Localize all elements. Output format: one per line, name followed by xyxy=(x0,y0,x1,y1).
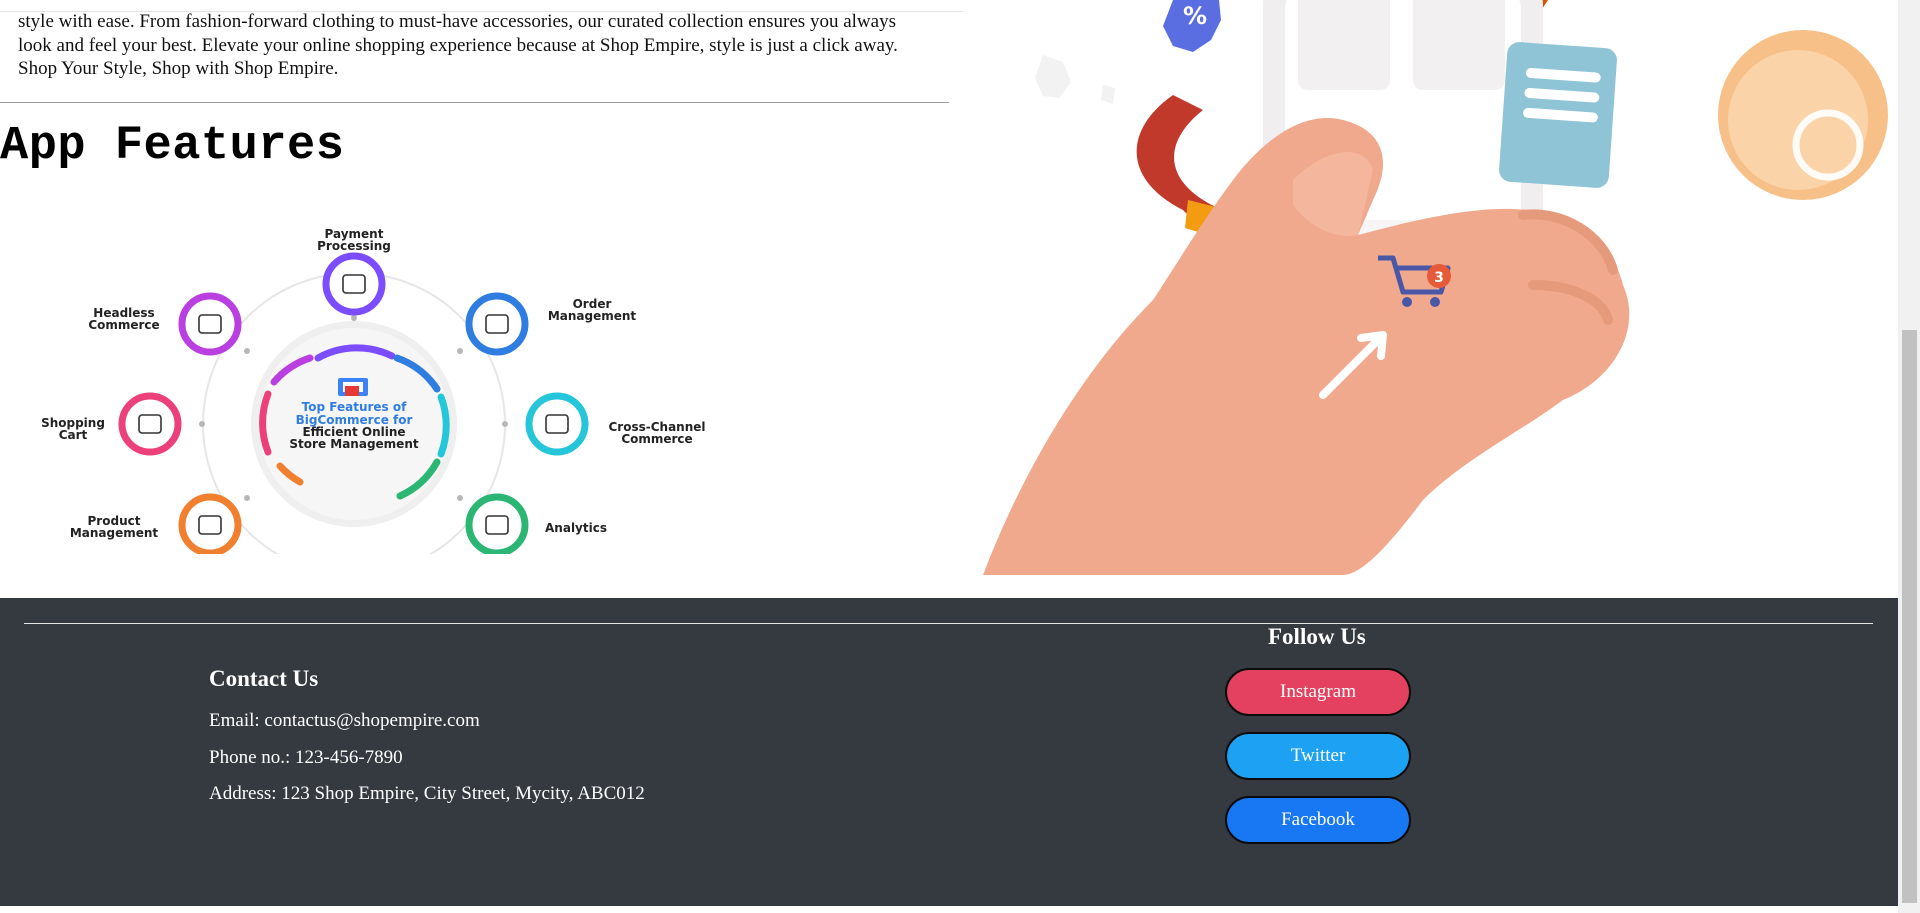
center-line-1: Top Features of xyxy=(302,400,407,414)
contact-email: Email: contactus@shopempire.com xyxy=(209,710,480,731)
instagram-button[interactable]: Instagram xyxy=(1225,668,1411,716)
feature-product-management: ProductManagement xyxy=(70,493,242,554)
footer-divider xyxy=(24,623,1873,624)
payment-processing-label-2: Processing xyxy=(317,239,391,253)
feature-order-management: OrderManagement xyxy=(465,292,637,356)
discount-badge-icon: % xyxy=(1163,0,1221,52)
product-management-label-2: Management xyxy=(70,526,159,540)
store-icon xyxy=(338,378,368,396)
intro-paragraph: style with ease. From fashion-forward cl… xyxy=(18,11,898,79)
feature-shopping-cart: ShoppingCart xyxy=(41,392,182,456)
page: style with ease. From fashion-forward cl… xyxy=(0,0,1898,913)
contact-address: Address: 123 Shop Empire, City Street, M… xyxy=(209,783,645,804)
page-bottom xyxy=(0,906,1898,913)
feature-payment-processing: PaymentProcessing xyxy=(317,227,391,316)
features-diagram: Top Features of BigCommerce for Efficien… xyxy=(41,227,706,554)
scrollbar-thumb[interactable] xyxy=(1902,330,1917,903)
twitter-button[interactable]: Twitter xyxy=(1225,732,1411,780)
app-features-heading: App Features xyxy=(0,120,345,173)
center-line-4: Store Management xyxy=(289,437,418,451)
follow-heading: Follow Us xyxy=(1268,624,1366,649)
order-management-label-2: Management xyxy=(548,309,637,323)
feature-headless-commerce: HeadlessCommerce xyxy=(88,292,242,356)
site-footer: Contact Us Email: contactus@shopempire.c… xyxy=(0,598,1898,906)
contact-phone: Phone no.: 123-456-7890 xyxy=(209,747,403,768)
cross-channel-commerce-label-2: Commerce xyxy=(621,432,692,446)
shopping-cart-label-2: Cart xyxy=(59,428,88,442)
feature-analytics: Analytics xyxy=(465,493,607,554)
svg-text:3: 3 xyxy=(1434,270,1444,286)
svg-text:%: % xyxy=(1183,2,1207,30)
contact-heading: Contact Us xyxy=(209,666,319,691)
analytics-label-1: Analytics xyxy=(545,521,607,535)
section-divider xyxy=(0,102,949,103)
feature-cross-channel-commerce: Cross-ChannelCommerce xyxy=(525,392,706,456)
headless-commerce-label-2: Commerce xyxy=(88,318,159,332)
facebook-button[interactable]: Facebook xyxy=(1225,796,1411,844)
hero-illustration: % 3 xyxy=(963,0,1898,575)
